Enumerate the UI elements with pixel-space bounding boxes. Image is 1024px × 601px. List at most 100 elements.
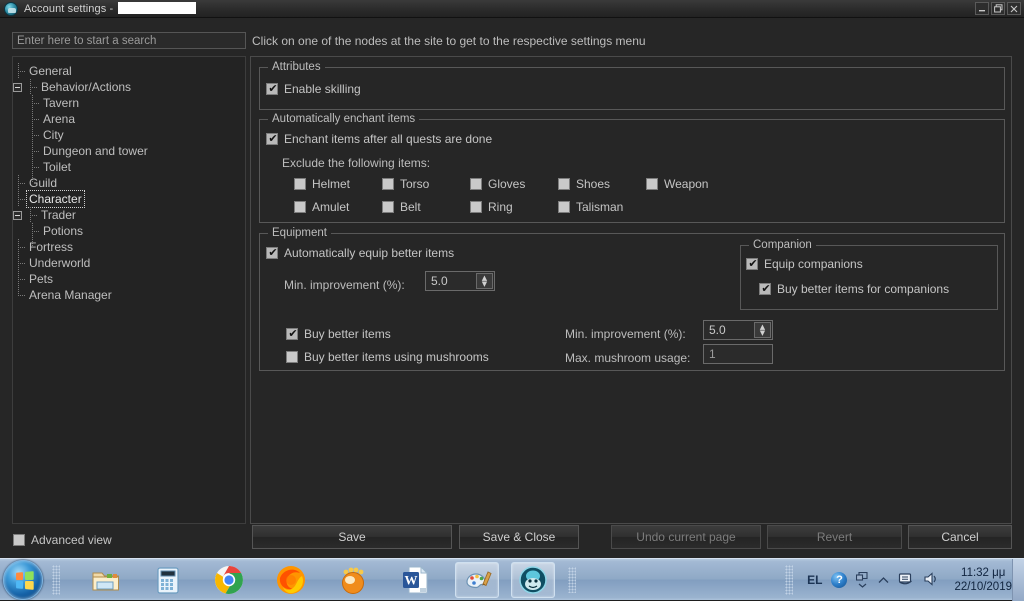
taskbar-grip-end[interactable]: [568, 567, 576, 593]
exclude-helmet-checkbox[interactable]: Helmet: [294, 177, 382, 191]
enchant-after-quests-checkbox[interactable]: Enchant items after all quests are done: [266, 132, 492, 146]
tree-item-fortress[interactable]: Fortress: [13, 239, 245, 255]
restore-icon[interactable]: [991, 2, 1005, 15]
tree-item-character[interactable]: Character: [13, 190, 245, 208]
search-input[interactable]: [12, 32, 246, 49]
tree-item-tavern[interactable]: Tavern: [13, 95, 245, 119]
checkbox-box: [294, 201, 306, 213]
tree-item-trader[interactable]: Trader: [13, 207, 245, 223]
exclude-items-label: Exclude the following items:: [282, 156, 431, 170]
checkbox-box: [13, 534, 25, 546]
calculator-icon[interactable]: [152, 564, 184, 596]
attributes-group-title: Attributes: [268, 61, 325, 73]
min-improvement-spinner[interactable]: 5.0 ▲ ▼: [425, 271, 495, 291]
undo-current-page-button[interactable]: Undo current page: [611, 525, 761, 549]
auto-equip-checkbox[interactable]: Automatically equip better items: [266, 246, 454, 260]
max-mushroom-input[interactable]: 1: [703, 344, 773, 364]
exclude-item-label: Gloves: [488, 177, 526, 191]
buy-min-improvement-spinner[interactable]: 5.0 ▲ ▼: [703, 320, 773, 340]
show-hidden-icons-icon[interactable]: [878, 573, 889, 587]
tree-item-label: Guild: [29, 176, 58, 190]
tree-item-label: Potions: [43, 224, 84, 238]
exclude-shoes-checkbox[interactable]: Shoes: [558, 177, 646, 191]
exclude-talisman-checkbox[interactable]: Talisman: [558, 200, 646, 214]
advanced-view-checkbox[interactable]: Advanced view: [13, 533, 112, 547]
taskbar-grip[interactable]: [52, 565, 60, 595]
tree-item-arena-manager[interactable]: Arena Manager: [13, 287, 245, 303]
tree-item-arena[interactable]: Arena: [13, 111, 245, 135]
show-desktop-button[interactable]: [1012, 559, 1024, 601]
tree-expander-collapse-icon[interactable]: [13, 82, 22, 92]
action-center-icon[interactable]: [856, 572, 869, 588]
close-icon[interactable]: [1007, 2, 1021, 15]
buy-better-for-companions-checkbox[interactable]: Buy better items for companions: [759, 282, 949, 296]
exclude-item-label: Shoes: [576, 177, 611, 191]
checkbox-box: [382, 178, 394, 190]
exclude-item-label: Ring: [488, 200, 513, 214]
orange-app-icon[interactable]: [337, 564, 369, 596]
tree-item-city[interactable]: City: [13, 127, 245, 151]
checkbox-box: [470, 201, 482, 213]
max-mushroom-label: Max. mushroom usage:: [565, 351, 691, 365]
exclude-weapon-checkbox[interactable]: Weapon: [646, 177, 734, 191]
google-chrome-icon[interactable]: [213, 564, 245, 596]
microsoft-word-icon[interactable]: W: [399, 564, 431, 596]
advanced-view-label: Advanced view: [31, 533, 112, 547]
exclude-torso-checkbox[interactable]: Torso: [382, 177, 470, 191]
checkbox-box: [558, 201, 570, 213]
window-title-text: Account settings -: [24, 3, 114, 15]
tree-item-behavior-actions[interactable]: Behavior/Actions: [13, 79, 245, 95]
windows-taskbar: W EL ? 11:32 μμ 22/10/2019: [0, 558, 1024, 601]
exclude-amulet-checkbox[interactable]: Amulet: [294, 200, 382, 214]
exclude-belt-checkbox[interactable]: Belt: [382, 200, 470, 214]
language-indicator[interactable]: EL: [807, 573, 822, 587]
spinner-arrows-icon[interactable]: ▲ ▼: [754, 322, 771, 338]
clock-time: 11:32 μμ: [961, 567, 1006, 579]
tree-item-label: General: [29, 64, 72, 78]
settings-content-panel: Attributes Enable skilling Automatically…: [250, 56, 1012, 524]
tree-item-pets[interactable]: Pets: [13, 271, 245, 287]
windows-start-orb[interactable]: [3, 560, 43, 600]
help-icon[interactable]: ?: [831, 572, 848, 588]
checkbox-box: [266, 82, 279, 95]
tree-item-label: City: [43, 128, 64, 142]
save-and-close-button[interactable]: Save & Close: [459, 525, 579, 549]
revert-button[interactable]: Revert: [767, 525, 902, 549]
window-controls: [975, 2, 1021, 15]
buy-min-improvement-value: 5.0: [709, 323, 726, 337]
buy-with-mushrooms-checkbox[interactable]: Buy better items using mushrooms: [286, 350, 489, 364]
equip-companions-label: Equip companions: [764, 257, 863, 271]
spinner-arrows-icon[interactable]: ▲ ▼: [476, 273, 493, 289]
volume-icon[interactable]: [923, 571, 939, 589]
tree-item-potions[interactable]: Potions: [13, 223, 245, 247]
title-bar: Account settings -: [0, 0, 1024, 18]
tray-grip[interactable]: [785, 565, 793, 595]
save-button[interactable]: Save: [252, 525, 452, 549]
tree-item-dungeon-and-tower[interactable]: Dungeon and tower: [13, 143, 245, 167]
network-icon[interactable]: [898, 571, 914, 589]
minimize-icon[interactable]: [975, 2, 989, 15]
buy-better-items-checkbox[interactable]: Buy better items: [286, 327, 391, 341]
cancel-button[interactable]: Cancel: [908, 525, 1012, 549]
tree-item-general[interactable]: General: [13, 63, 245, 79]
tree-item-underworld[interactable]: Underworld: [13, 255, 245, 271]
auto-equip-label: Automatically equip better items: [284, 246, 455, 260]
tree-connector-icon: [27, 159, 41, 175]
window-title: Account settings -: [24, 2, 197, 15]
clock[interactable]: 11:32 μμ 22/10/2019: [948, 566, 1018, 594]
exclude-gloves-checkbox[interactable]: Gloves: [470, 177, 558, 191]
file-explorer-icon[interactable]: [90, 564, 122, 596]
enable-skilling-checkbox[interactable]: Enable skilling: [266, 82, 361, 96]
mozilla-firefox-icon[interactable]: [275, 564, 307, 596]
tree-item-label: Fortress: [29, 240, 74, 254]
equip-companions-checkbox[interactable]: Equip companions: [746, 257, 863, 271]
paint-icon[interactable]: [461, 564, 493, 596]
exclude-ring-checkbox[interactable]: Ring: [470, 200, 558, 214]
tree-item-toilet[interactable]: Toilet: [13, 159, 245, 183]
tree-item-guild[interactable]: Guild: [13, 175, 245, 191]
tree-connector-icon: [27, 111, 41, 127]
tree-expander-collapse-icon[interactable]: [13, 210, 22, 220]
game-client-icon[interactable]: [517, 564, 549, 596]
settings-tree[interactable]: General Behavior/Actions Tavern Arena City Du…: [12, 56, 246, 524]
checkbox-box: [470, 178, 482, 190]
